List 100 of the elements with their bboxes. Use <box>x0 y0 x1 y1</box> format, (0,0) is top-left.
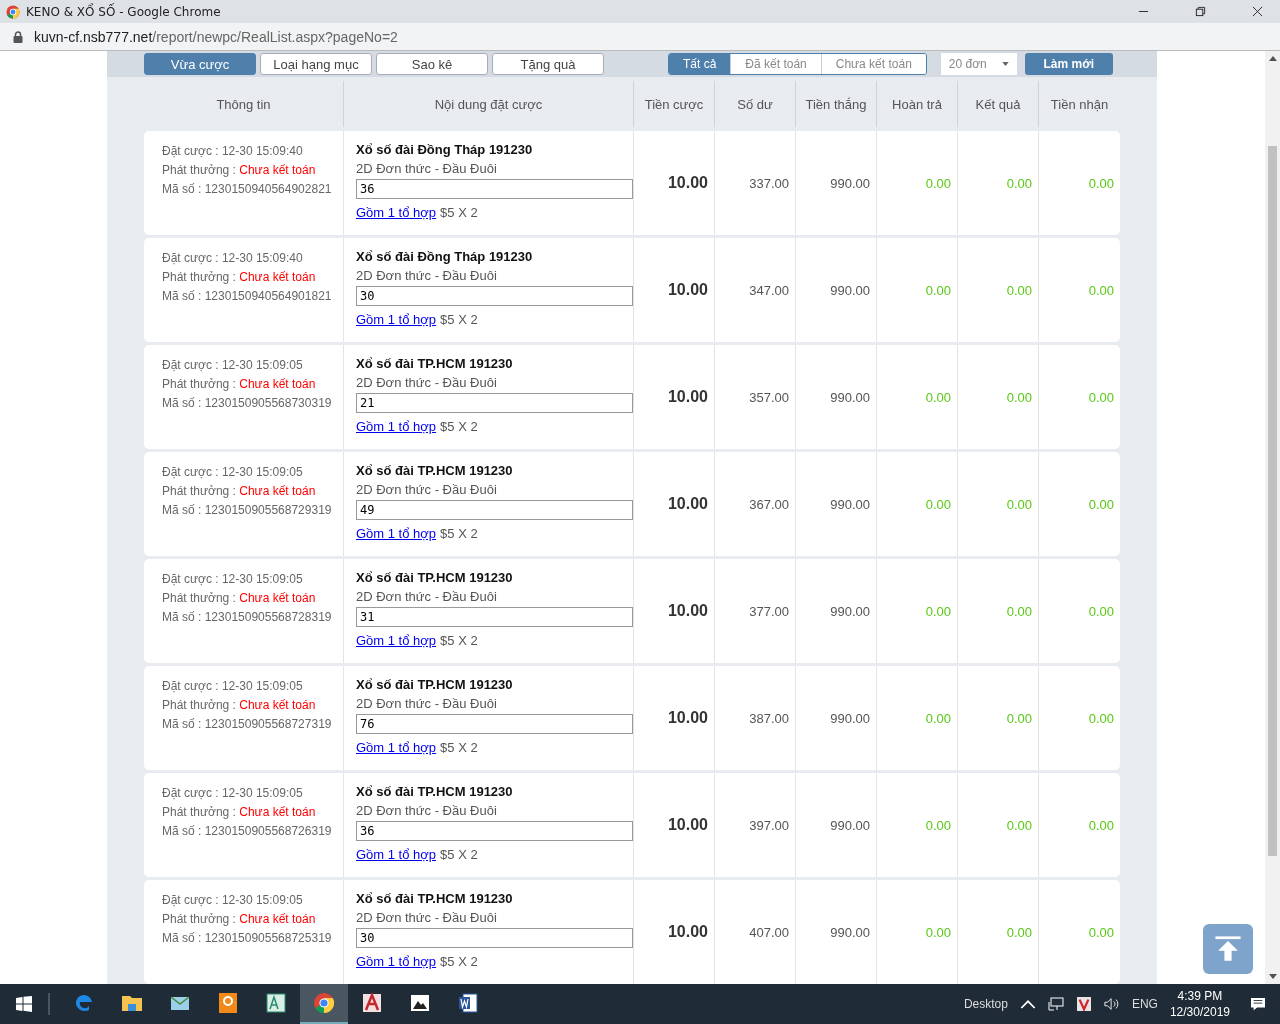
bet-type: 2D Đơn thức - Đầu Đuôi <box>356 803 498 818</box>
close-icon[interactable] <box>1252 6 1263 17</box>
bet-code: Mã số : 1230150905568726319 <box>162 824 333 838</box>
windows-start-icon[interactable] <box>16 996 32 1012</box>
bet-code: Mã số : 1230150940564902821 <box>162 182 333 196</box>
lock-icon <box>13 30 23 43</box>
combo-link[interactable]: Gồm 1 tổ hợp <box>356 312 437 327</box>
notification-icon[interactable] <box>1250 997 1266 1011</box>
page-size-select[interactable]: 20 đơn <box>940 53 1017 75</box>
numbers-field[interactable]: 30 <box>356 286 633 306</box>
column-header: Nội dung đặt cược <box>434 96 543 112</box>
scroll-up-icon[interactable] <box>1268 56 1277 61</box>
url-text: kuvn-cf.nsb777.net/report/newpc/RealList.aspx?pageNo=2 <box>34 28 398 45</box>
combo-detail: $5 X 2 <box>440 419 478 434</box>
column-header: Số dư <box>737 96 773 112</box>
column-header: Hoàn trả <box>892 96 942 112</box>
bet-code: Mã số : 1230150940564901821 <box>162 289 333 303</box>
network-icon[interactable] <box>1047 997 1064 1011</box>
payout-status: Phát thưởng : Chưa kết toán <box>162 377 317 391</box>
scroll-down-icon[interactable] <box>1268 974 1277 979</box>
stake-amount: 10.00 <box>667 495 708 513</box>
scrollbar[interactable] <box>1265 51 1280 984</box>
result-amount: 0.00 <box>1006 924 1032 940</box>
balance-amount: 357.00 <box>749 389 789 405</box>
column-header: Tiền nhận <box>1050 96 1109 112</box>
combo-link[interactable]: Gồm 1 tổ hợp <box>356 419 437 434</box>
payout-status: Phát thưởng : Chưa kết toán <box>162 912 317 926</box>
result-amount: 0.00 <box>1006 710 1032 726</box>
combo-link[interactable]: Gồm 1 tổ hợp <box>356 633 437 648</box>
column-header: Kết quả <box>975 96 1021 112</box>
word-icon <box>456 991 480 1015</box>
antivirus-icon[interactable] <box>1075 997 1092 1011</box>
font-app-icon <box>264 991 288 1015</box>
combo-detail: $5 X 2 <box>440 312 478 327</box>
back-to-top-button[interactable] <box>1203 924 1253 974</box>
desktop-toolbar-label[interactable]: Desktop <box>963 997 1008 1011</box>
language-indicator[interactable]: ENG <box>1131 997 1158 1011</box>
filter-tab[interactable]: Đã kết toán <box>730 54 821 74</box>
refresh-button[interactable]: Làm mới <box>1024 53 1113 75</box>
bet-type: 2D Đơn thức - Đầu Đuôi <box>356 910 498 925</box>
filter-tab[interactable]: Chưa kết toán <box>820 54 926 74</box>
win-amount: 990.00 <box>830 389 870 405</box>
refund-amount: 0.00 <box>925 496 951 512</box>
stake-amount: 10.00 <box>667 388 708 406</box>
payout-status: Phát thưởng : Chưa kết toán <box>162 484 317 498</box>
balance-amount: 337.00 <box>749 175 789 191</box>
receive-amount: 0.00 <box>1088 924 1114 940</box>
clock-time[interactable]: 4:39 PM <box>1177 988 1223 1004</box>
bet-code: Mã số : 1230150905568725319 <box>162 931 333 945</box>
scrollbar-thumb[interactable] <box>1268 146 1277 856</box>
numbers-field[interactable]: 30 <box>356 928 633 948</box>
combo-detail: $5 X 2 <box>440 740 478 755</box>
balance-amount: 347.00 <box>749 282 789 298</box>
nav-tab[interactable]: Tặng quà <box>492 53 604 75</box>
combo-link[interactable]: Gồm 1 tổ hợp <box>356 847 437 862</box>
result-amount: 0.00 <box>1006 496 1032 512</box>
clock-date[interactable]: 12/30/2019 <box>1169 1004 1230 1020</box>
bet-code: Mã số : 1230150905568728319 <box>162 610 333 624</box>
result-amount: 0.00 <box>1006 282 1032 298</box>
restore-icon[interactable] <box>1195 6 1206 17</box>
filter-tab[interactable]: Tất cả <box>669 54 731 74</box>
result-amount: 0.00 <box>1006 389 1032 405</box>
lottery-title: Xổ số đài TP.HCM 191230 <box>356 570 514 585</box>
bet-code: Mã số : 1230150905568729319 <box>162 503 333 517</box>
result-amount: 0.00 <box>1006 817 1032 833</box>
column-header: Tiền cược <box>644 96 704 112</box>
refund-amount: 0.00 <box>925 924 951 940</box>
numbers-field[interactable]: 31 <box>356 607 633 627</box>
combo-link[interactable]: Gồm 1 tổ hợp <box>356 740 437 755</box>
numbers-field[interactable]: 36 <box>356 821 633 841</box>
chrome-icon <box>6 4 20 19</box>
numbers-field[interactable]: 21 <box>356 393 633 413</box>
nav-tab[interactable]: Loại hạng mục <box>260 53 372 75</box>
win-amount: 990.00 <box>830 710 870 726</box>
stake-amount: 10.00 <box>667 281 708 299</box>
nav-tab[interactable]: Vừa cược <box>144 53 256 75</box>
combo-detail: $5 X 2 <box>440 847 478 862</box>
combo-link[interactable]: Gồm 1 tổ hợp <box>356 526 437 541</box>
nav-tab[interactable]: Sao kê <box>376 53 488 75</box>
result-amount: 0.00 <box>1006 175 1032 191</box>
address-bar[interactable]: kuvn-cf.nsb777.net/report/newpc/RealList.aspx?pageNo=2 <box>0 23 1280 51</box>
caret-icon <box>1001 62 1009 66</box>
balance-amount: 397.00 <box>749 817 789 833</box>
bet-time: Đặt cược : 12-30 15:09:05 <box>162 786 304 800</box>
combo-link[interactable]: Gồm 1 tổ hợp <box>356 954 437 969</box>
stake-amount: 10.00 <box>667 174 708 192</box>
bet-type: 2D Đơn thức - Đầu Đuôi <box>356 482 498 497</box>
numbers-field[interactable]: 49 <box>356 500 633 520</box>
payout-status: Phát thưởng : Chưa kết toán <box>162 698 317 712</box>
bet-type: 2D Đơn thức - Đầu Đuôi <box>356 696 498 711</box>
bet-time: Đặt cược : 12-30 15:09:05 <box>162 358 304 372</box>
numbers-field[interactable]: 36 <box>356 179 633 199</box>
speaker-icon[interactable] <box>1103 997 1120 1011</box>
combo-link[interactable]: Gồm 1 tổ hợp <box>356 205 437 220</box>
receive-amount: 0.00 <box>1088 710 1114 726</box>
numbers-field[interactable]: 76 <box>356 714 633 734</box>
balance-amount: 377.00 <box>749 603 789 619</box>
result-amount: 0.00 <box>1006 603 1032 619</box>
win-amount: 990.00 <box>830 924 870 940</box>
lottery-title: Xổ số đài TP.HCM 191230 <box>356 784 514 799</box>
